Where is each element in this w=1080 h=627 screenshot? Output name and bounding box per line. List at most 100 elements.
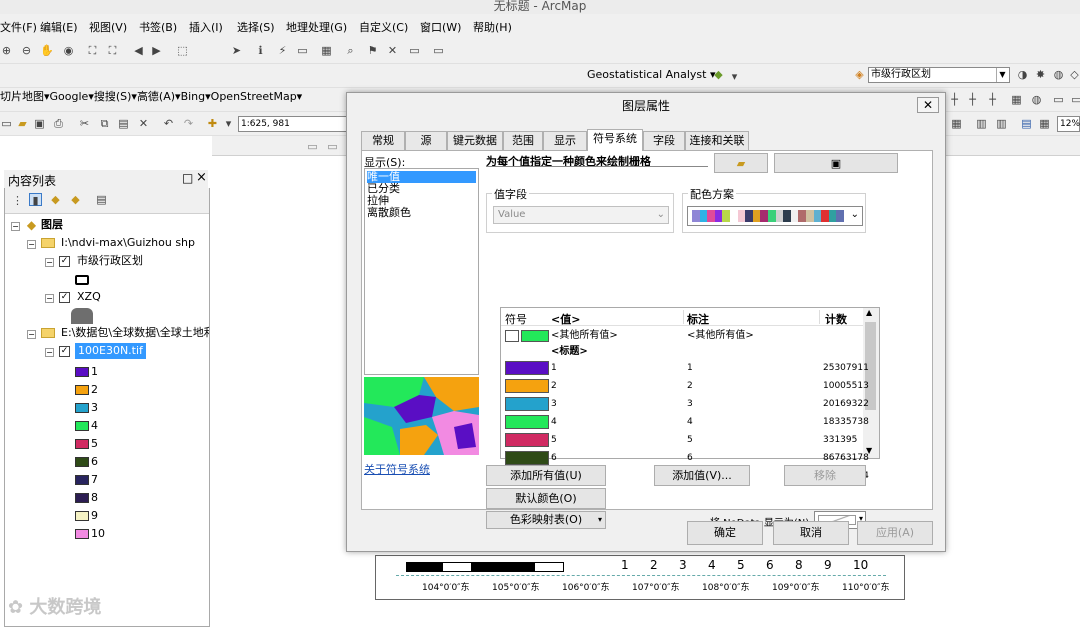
zoom-in-icon[interactable]: ⊕ (0, 44, 13, 57)
menu-item-8[interactable]: 窗口(W) (420, 19, 461, 35)
list-by-source-icon[interactable]: ▮ (29, 193, 42, 207)
toc-layer-name[interactable]: 市级行政区划 (77, 253, 143, 269)
expand-icon[interactable]: − (45, 348, 54, 357)
menu-item-2[interactable]: 视图(V) (89, 19, 127, 35)
tool-icon[interactable]: ▭ (1052, 93, 1065, 106)
symbol-swatch[interactable] (505, 433, 549, 447)
add-all-values-button[interactable]: 添加所有值(U) (486, 465, 606, 486)
geostat-menu[interactable]: Geostatistical Analyst ▾ (587, 68, 715, 81)
find-route-icon[interactable]: ⚑ (366, 44, 379, 57)
menu-item-1[interactable]: 编辑(E) (40, 19, 78, 35)
list-row-other[interactable]: <其他所有值> <其他所有值> (501, 328, 865, 344)
layer-visibility-checkbox[interactable]: ✓ (59, 346, 70, 357)
viewer-icon[interactable]: ▭ (432, 44, 445, 57)
remove-button[interactable]: 移除 (784, 465, 866, 486)
save-icon[interactable]: ▣ (33, 117, 46, 130)
basemap-menu-2[interactable]: 搜搜(S)▾ (94, 90, 137, 103)
find-icon[interactable]: ⌕ (344, 44, 357, 57)
add-values-button[interactable]: 添加值(V)... (654, 465, 750, 486)
tab-5[interactable]: 符号系统 (587, 129, 643, 151)
back-icon[interactable]: ◀ (132, 44, 145, 57)
scroll-up-icon[interactable]: ▲ (866, 308, 872, 317)
toc-pin-icon[interactable]: □ (182, 171, 193, 185)
html-popup-icon[interactable]: ▭ (296, 44, 309, 57)
layout-toggle-icon[interactable]: ▦ (1038, 117, 1051, 130)
list-by-drawing-order-icon[interactable]: ⋮ (11, 194, 24, 207)
select-features-icon[interactable]: ⬚ (176, 44, 189, 57)
callout-icon[interactable]: ▭ (326, 140, 339, 153)
tab-1[interactable]: 源 (405, 131, 447, 150)
expand-icon[interactable]: − (45, 258, 54, 267)
color-ramp-select[interactable]: ⌄ (687, 206, 863, 226)
symbol-swatch[interactable] (505, 361, 549, 375)
zoom-percent-input[interactable]: 12% (1057, 116, 1080, 132)
georef-icon[interactable]: ┼ (948, 93, 961, 106)
table-row[interactable]: 3 3 20169322 (501, 396, 869, 412)
identify-icon[interactable]: ℹ (254, 44, 267, 57)
forward-icon[interactable]: ▶ (150, 44, 163, 57)
legend-swatch[interactable] (75, 457, 89, 467)
page-icon[interactable]: ▥ (975, 117, 988, 130)
add-data-icon[interactable]: ✚ (206, 117, 219, 130)
expand-icon[interactable]: − (45, 294, 54, 303)
ok-button[interactable]: 确定 (687, 521, 763, 545)
layout-icon[interactable]: ▤ (1020, 117, 1033, 130)
colormap-menu-button[interactable]: 色彩映射表(O) ▾ (486, 511, 606, 529)
toc-layer-name[interactable]: XZQ (77, 289, 101, 305)
swipe-icon[interactable]: ◇ (1068, 68, 1080, 81)
map-scale-input[interactable]: 1:625, 981 (238, 116, 348, 132)
save-ramp-button[interactable]: ▣ (774, 153, 898, 173)
column-header-3[interactable]: 计数 (825, 311, 847, 327)
legend-swatch[interactable] (75, 367, 89, 377)
expand-icon[interactable]: − (27, 240, 36, 249)
polygon-symbol[interactable] (75, 275, 89, 285)
toc-close-icon[interactable]: × (196, 170, 207, 185)
tab-0[interactable]: 常规 (361, 131, 405, 150)
menu-item-4[interactable]: 插入(I) (189, 19, 223, 35)
time-slider-icon[interactable]: ▭ (408, 44, 421, 57)
draw-tool-icon[interactable]: ▭ (306, 140, 319, 153)
undo-icon[interactable]: ↶ (162, 117, 175, 130)
full-extent-icon[interactable]: ⛶ (86, 44, 99, 57)
default-colors-button[interactable]: 默认颜色(O) (486, 488, 606, 509)
polygon-symbol[interactable] (71, 308, 93, 324)
menu-item-3[interactable]: 书签(B) (139, 19, 177, 35)
symbol-swatch[interactable] (505, 451, 549, 465)
table-row[interactable]: 2 2 10005513 (501, 378, 869, 394)
grid-icon[interactable]: ▦ (1010, 93, 1023, 106)
basemap-menu-5[interactable]: OpenStreetMap▾ (211, 90, 303, 103)
legend-swatch[interactable] (75, 403, 89, 413)
legend-swatch[interactable] (75, 439, 89, 449)
paste-icon[interactable]: ▤ (117, 117, 130, 130)
table-row[interactable]: 5 5 331395 (501, 432, 865, 448)
menu-item-6[interactable]: 地理处理(G) (286, 19, 347, 35)
about-symbology-link[interactable]: 关于符号系统 (364, 461, 430, 477)
tab-7[interactable]: 连接和关联 (685, 131, 749, 150)
expand-icon[interactable]: − (27, 330, 36, 339)
menu-item-7[interactable]: 自定义(C) (359, 19, 408, 35)
select-element-icon[interactable]: ➤ (230, 44, 243, 57)
cancel-button[interactable]: 取消 (773, 521, 849, 545)
menu-item-0[interactable]: 文件(F) (0, 19, 37, 35)
basemap-menu-4[interactable]: Bing▾ (181, 90, 211, 103)
value-field-select[interactable]: Value ⌄ (493, 206, 669, 224)
fixed-zoom-icon[interactable]: ▦ (950, 117, 963, 130)
tab-3[interactable]: 范围 (503, 131, 543, 150)
globe-icon[interactable]: ◉ (62, 44, 75, 57)
brightness-icon[interactable]: ✸ (1034, 68, 1047, 81)
measure-icon[interactable]: ▦ (320, 44, 333, 57)
column-header-0[interactable]: 符号 (505, 311, 527, 327)
dropdown-icon[interactable]: ▾ (222, 117, 235, 130)
measure-tool-icon[interactable]: ┼ (966, 93, 979, 106)
new-icon[interactable]: ▭ (0, 117, 13, 130)
expand-icon[interactable]: − (11, 222, 20, 231)
other-symbol-color[interactable] (521, 330, 549, 342)
vertex-icon[interactable]: ┼ (986, 93, 999, 106)
table-row[interactable]: 1 1 25307911 (501, 360, 869, 376)
layer-visibility-checkbox[interactable]: ✓ (59, 256, 70, 267)
legend-swatch[interactable] (75, 493, 89, 503)
menu-item-9[interactable]: 帮助(H) (473, 19, 512, 35)
load-ramp-button[interactable]: ▰ (714, 153, 768, 173)
show-item-3[interactable]: 离散颜色 (367, 207, 476, 219)
apply-button[interactable]: 应用(A) (857, 521, 933, 545)
